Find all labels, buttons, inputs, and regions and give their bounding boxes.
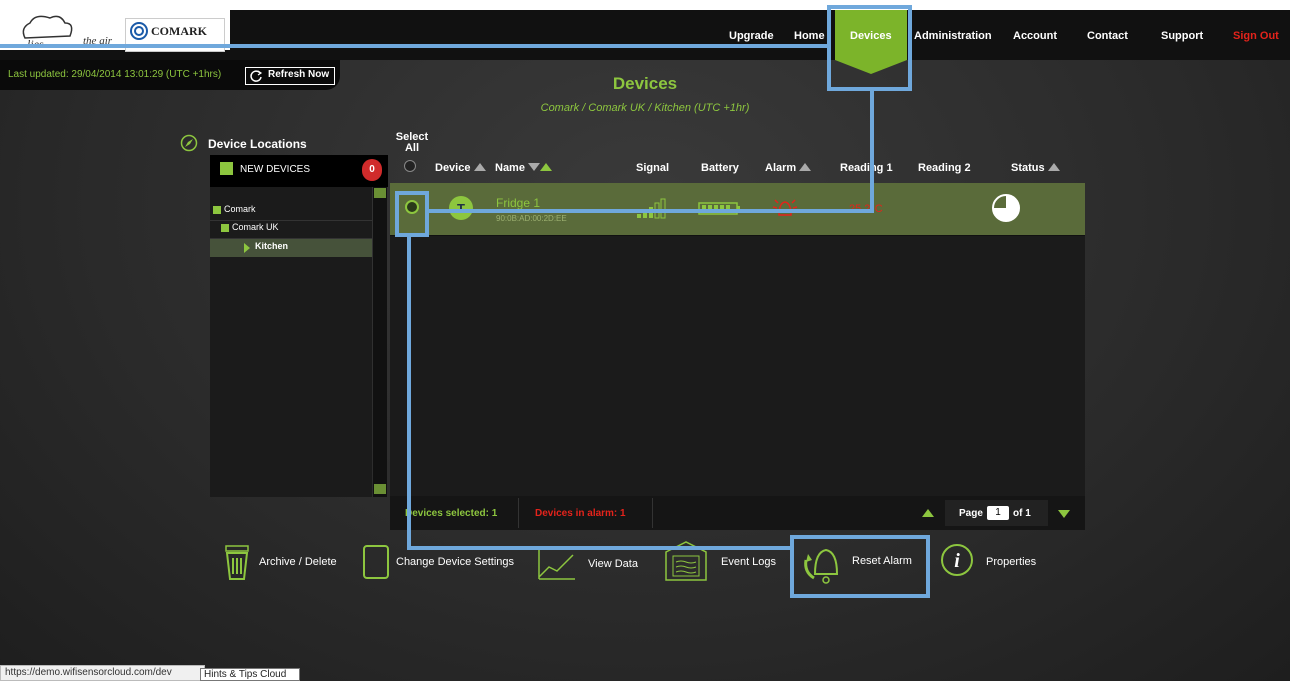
change-device-settings-label: Change Device Settings <box>396 556 515 568</box>
page-label: Page <box>959 508 983 519</box>
tree-item-kitchen[interactable]: Kitchen <box>210 239 372 257</box>
previous-page-arrow-icon[interactable] <box>922 509 934 517</box>
page-number-input[interactable]: 1 <box>987 506 1009 520</box>
archive-delete-label: Archive / Delete <box>259 556 337 568</box>
device-name[interactable]: Fridge 1 <box>496 196 540 210</box>
nav-administration[interactable]: Administration <box>914 30 992 42</box>
logo-area: lies the air COMARK <box>0 0 230 52</box>
new-devices-label: NEW DEVICES <box>240 164 311 175</box>
breadcrumb: Comark / Comark UK / Kitchen (UTC +1hr) <box>540 102 750 114</box>
page-of-label: of 1 <box>1013 508 1031 519</box>
column-device[interactable]: Device <box>435 162 486 174</box>
divider <box>652 498 653 528</box>
highlight-reset-alarm <box>790 535 930 598</box>
column-status[interactable]: Status <box>1011 162 1060 174</box>
highlight-line <box>407 546 793 550</box>
table-header: Device Name Signal Battery Alarm Reading… <box>390 155 1085 183</box>
properties-label: Properties <box>986 556 1037 568</box>
archive-delete-button[interactable]: Archive / Delete <box>223 543 375 583</box>
trash-icon <box>225 545 249 580</box>
select-all-label: Select All <box>395 131 429 154</box>
devices-selected-text: Devices selected: 1 <box>405 508 498 519</box>
column-alarm[interactable]: Alarm <box>765 162 812 174</box>
alarm-bell-icon <box>772 199 798 216</box>
highlight-line <box>428 209 874 213</box>
nav-contact[interactable]: Contact <box>1087 30 1128 42</box>
device-mac: 90:0B:AD:00:2D:EE <box>496 214 567 223</box>
device-settings-icon <box>363 545 389 579</box>
column-reading-2: Reading 2 <box>918 162 971 174</box>
device-locations-title: Device Locations <box>208 137 307 151</box>
device-list: T Fridge 1 90:0B:AD:00:2D:EE 25.2° <box>390 183 1085 496</box>
column-name[interactable]: Name <box>495 162 553 174</box>
new-devices-square-icon <box>220 162 233 175</box>
tree-scrollbar[interactable] <box>373 187 387 497</box>
nav-sign-out[interactable]: Sign Out <box>1233 30 1279 42</box>
chart-icon <box>538 549 575 580</box>
scroll-up-button[interactable] <box>374 188 386 198</box>
tree-label-kitchen: Kitchen <box>255 241 289 251</box>
highlight-devices-tab <box>827 5 912 91</box>
view-data-button[interactable]: View Data <box>537 545 647 585</box>
svg-text:i: i <box>954 550 960 572</box>
new-devices-item[interactable]: NEW DEVICES 0 <box>210 155 388 187</box>
compass-icon <box>180 134 198 152</box>
column-reading-1: Reading 1 <box>840 162 893 174</box>
tree-label-comark-uk: Comark UK <box>232 222 279 232</box>
nav-upgrade[interactable]: Upgrade <box>729 30 774 42</box>
info-icon: i <box>941 544 973 576</box>
location-tree: Comark Comark UK Kitchen <box>210 187 372 497</box>
tree-item-comark-uk[interactable]: Comark UK <box>210 220 372 239</box>
brand-name: COMARK <box>151 24 207 38</box>
highlight-line <box>870 91 874 213</box>
table-footer: Devices selected: 1 Devices in alarm: 1 … <box>390 496 1085 530</box>
view-data-label: View Data <box>588 558 638 570</box>
event-logs-label: Event Logs <box>721 556 777 568</box>
next-page-arrow-icon[interactable] <box>1058 510 1070 518</box>
nav-account[interactable]: Account <box>1013 30 1057 42</box>
nav-support[interactable]: Support <box>1161 30 1203 42</box>
highlight-line <box>407 237 411 550</box>
devices-in-alarm-text: Devices in alarm: 1 <box>535 508 626 519</box>
column-signal: Signal <box>636 162 670 174</box>
divider <box>518 498 519 528</box>
nav-home[interactable]: Home <box>794 30 825 42</box>
highlight-line <box>0 44 827 48</box>
highlight-row-select <box>395 191 429 237</box>
tree-item-comark[interactable]: Comark <box>210 202 372 221</box>
scroll-down-button[interactable] <box>374 484 386 494</box>
tooltip: Hints & Tips Cloud <box>200 668 300 681</box>
comark-swirl-icon <box>130 22 148 40</box>
page-title: Devices <box>612 74 678 93</box>
status-pie-icon <box>992 194 1020 222</box>
collapse-icon <box>221 224 229 232</box>
cloud-logo-icon: lies the air <box>22 15 113 48</box>
column-battery: Battery <box>701 162 739 174</box>
tree-label-comark: Comark <box>224 204 256 214</box>
pagination: Page 1 of 1 <box>945 500 1048 526</box>
new-devices-count-badge: 0 <box>362 159 382 181</box>
collapse-icon <box>213 206 221 214</box>
properties-button[interactable]: i Properties <box>940 543 1050 583</box>
temperature-sensor-icon: T <box>449 196 473 220</box>
expand-arrow-icon <box>244 243 250 253</box>
browser-status-url: https://demo.wifisensorcloud.com/dev <box>0 665 205 681</box>
